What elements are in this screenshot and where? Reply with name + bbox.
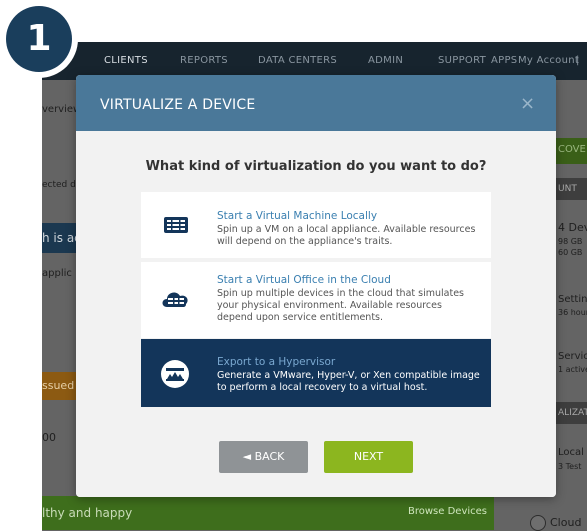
bg-hours-text: 36 hours bbox=[558, 308, 587, 317]
option-cloud-office-description: Spin up multiple devices in the cloud th… bbox=[217, 288, 464, 323]
bg-issued-text: ssued bbox=[42, 379, 75, 392]
virtualization-question: What kind of virtualization do you want … bbox=[145, 159, 487, 174]
option-export-hypervisor-description: Generate a VMware, Hyper-V, or Xen compa… bbox=[217, 370, 480, 393]
option-local-vm-title: Start a Virtual Machine Locally bbox=[217, 210, 378, 222]
bg-cloud-text: Cloud bbox=[550, 516, 582, 529]
option-local-vm-description: Spin up a VM on a local appliance. Avail… bbox=[217, 224, 476, 247]
step-badge: 1 bbox=[0, 0, 78, 78]
nav-apps[interactable]: APPS bbox=[491, 55, 517, 66]
bg-selected-text: ected d bbox=[42, 180, 76, 190]
modal-header: VIRTUALIZE A DEVICE × bbox=[76, 75, 556, 131]
nav-my-account[interactable]: My Account bbox=[518, 55, 579, 66]
bg-gb2-text: 60 GB bbox=[558, 248, 583, 257]
next-button[interactable]: NEXT bbox=[324, 441, 413, 473]
bg-cove-text: COVE bbox=[558, 144, 586, 155]
bg-appli-text: applic bbox=[42, 268, 72, 279]
modal-body: What kind of virtualization do you want … bbox=[76, 131, 556, 497]
cloud-server-icon bbox=[162, 292, 188, 307]
bg-dev-text: 4 Dev bbox=[558, 221, 587, 234]
nav-admin[interactable]: ADMIN bbox=[368, 55, 403, 66]
bg-settings-text: Settin bbox=[558, 294, 587, 305]
bg-zero-text: 00 bbox=[42, 431, 56, 444]
nav-data-centers[interactable]: DATA CENTERS bbox=[258, 55, 337, 66]
modal-title: VIRTUALIZE A DEVICE bbox=[100, 97, 256, 113]
option-local-vm[interactable]: Start a Virtual Machine Locally Spin up … bbox=[141, 192, 491, 258]
nav-reports[interactable]: REPORTS bbox=[180, 55, 228, 66]
option-export-hypervisor-title: Export to a Hypervisor bbox=[217, 356, 336, 368]
bg-status-text: h is ac bbox=[42, 231, 81, 245]
bg-cloud-radio[interactable] bbox=[530, 515, 546, 531]
step-number: 1 bbox=[6, 6, 72, 72]
bg-healthy-text: lthy and happy bbox=[42, 506, 133, 520]
bg-services-text: Servic bbox=[558, 351, 587, 362]
bg-alizat-text: ALIZAT bbox=[558, 408, 587, 418]
nav-support[interactable]: SUPPORT bbox=[438, 55, 486, 66]
bg-local-text: Local bbox=[558, 447, 584, 458]
nav-separator: | bbox=[576, 55, 580, 66]
close-icon[interactable]: × bbox=[520, 93, 535, 114]
hypervisor-export-icon bbox=[161, 360, 189, 388]
server-icon bbox=[164, 217, 188, 233]
bg-browse-devices-link[interactable]: Browse Devices bbox=[408, 506, 487, 517]
back-button[interactable]: ◄ BACK bbox=[219, 441, 308, 473]
nav-clients[interactable]: CLIENTS bbox=[104, 55, 148, 66]
virtualize-device-modal: VIRTUALIZE A DEVICE × What kind of virtu… bbox=[76, 75, 556, 497]
bg-gb1-text: 98 GB bbox=[558, 237, 583, 246]
bg-unt-text: UNT bbox=[558, 184, 577, 194]
option-export-hypervisor[interactable]: Export to a Hypervisor Generate a VMware… bbox=[141, 339, 491, 407]
screenshot-stage: CLIENTS REPORTS DATA CENTERS ADMIN SUPPO… bbox=[0, 0, 587, 531]
option-cloud-office-title: Start a Virtual Office in the Cloud bbox=[217, 274, 391, 286]
bg-active-text: 1 active bbox=[558, 365, 587, 374]
bg-test-text: 3 Test bbox=[558, 462, 582, 471]
option-cloud-office[interactable]: Start a Virtual Office in the Cloud Spin… bbox=[141, 262, 491, 338]
